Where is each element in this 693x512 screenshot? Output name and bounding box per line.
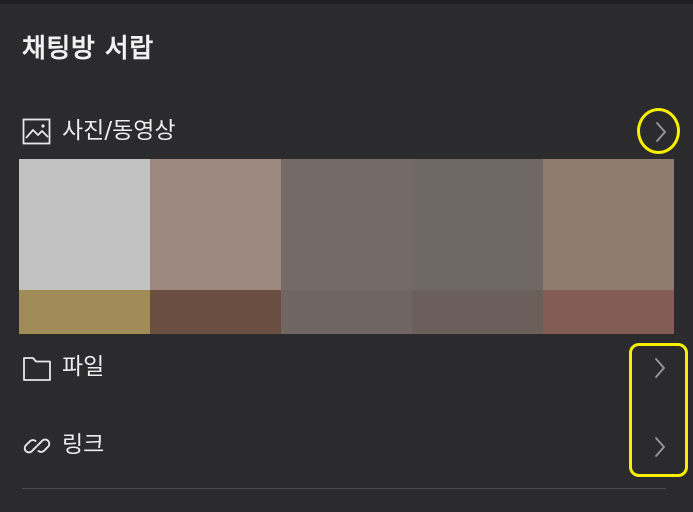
media-thumbnail[interactable]	[281, 159, 412, 334]
thumbnail-image-bottom	[150, 290, 281, 334]
thumbnail-image-top	[150, 159, 281, 290]
media-thumbnail[interactable]	[150, 159, 281, 334]
folder-icon	[22, 353, 52, 383]
thumbnail-image-top	[281, 159, 412, 290]
divider	[22, 488, 666, 489]
thumbnail-image-top	[19, 159, 150, 290]
media-thumbnail[interactable]	[19, 159, 150, 334]
highlight-rect-annotation	[629, 343, 688, 477]
files-row[interactable]: 파일	[0, 340, 693, 392]
thumbnail-image-bottom	[19, 290, 150, 334]
media-thumbnail[interactable]	[543, 159, 674, 334]
thumbnail-image-top	[543, 159, 674, 290]
photos-videos-label: 사진/동영상	[62, 118, 176, 144]
media-thumbnail[interactable]	[412, 159, 543, 334]
links-label: 링크	[62, 432, 105, 458]
page-title: 채팅방 서랍	[22, 34, 154, 64]
top-edge	[0, 0, 693, 4]
image-icon	[22, 117, 52, 147]
thumbnail-image-bottom	[543, 290, 674, 334]
media-thumbnails	[19, 159, 674, 334]
thumbnail-image-top	[412, 159, 543, 290]
link-icon	[22, 431, 52, 461]
thumbnail-image-bottom	[281, 290, 412, 334]
highlight-circle-annotation	[637, 108, 680, 154]
links-row[interactable]: 링크	[0, 418, 693, 470]
files-label: 파일	[62, 354, 105, 380]
photos-videos-row[interactable]: 사진/동영상	[0, 105, 693, 157]
thumbnail-image-bottom	[412, 290, 543, 334]
